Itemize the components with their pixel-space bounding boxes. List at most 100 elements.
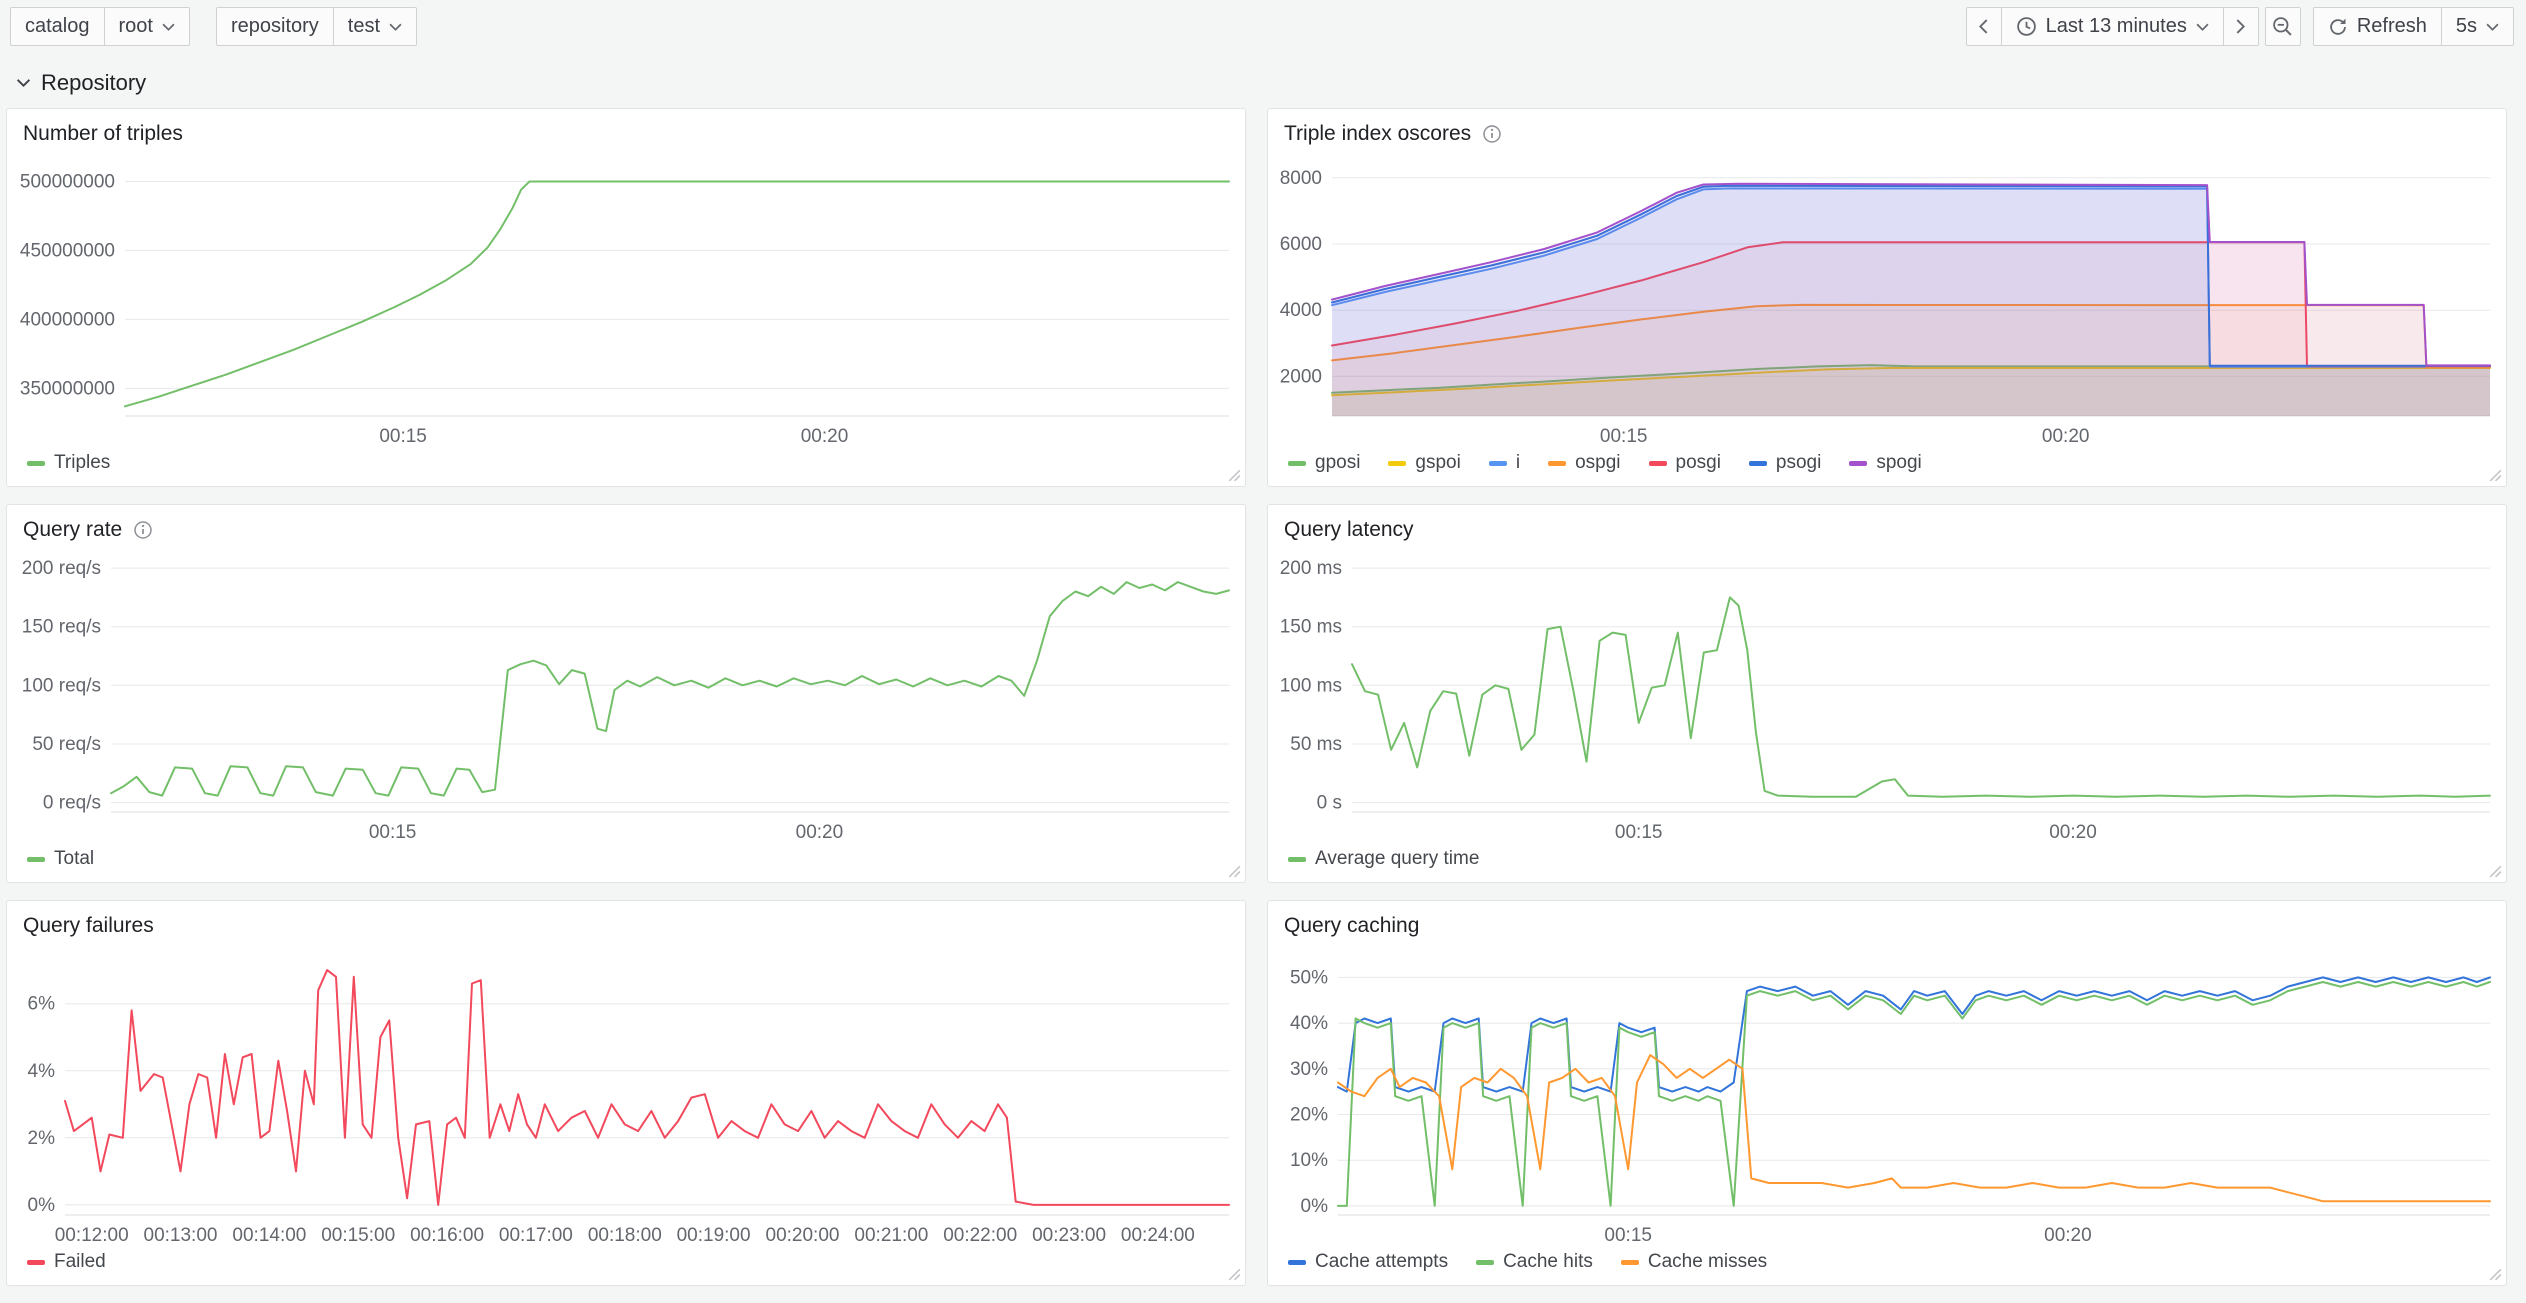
legend-item[interactable]: psogi [1749, 452, 1821, 474]
panel-title: Query failures [23, 914, 154, 938]
variable-catalog-value: root [119, 15, 153, 38]
panel-title: Triple index oscores [1284, 122, 1471, 146]
svg-text:100 req/s: 100 req/s [22, 675, 101, 696]
svg-text:2%: 2% [28, 1128, 56, 1149]
legend: Triples [7, 450, 1245, 486]
resize-handle-icon[interactable] [2486, 466, 2503, 483]
legend-marker [1649, 461, 1667, 466]
svg-text:200 ms: 200 ms [1280, 558, 1342, 579]
row-repository-toggle[interactable]: Repository [16, 70, 2526, 96]
legend-item[interactable]: Cache misses [1621, 1251, 1767, 1273]
svg-text:4000: 4000 [1280, 300, 1322, 321]
chart-svg: 0 s50 ms100 ms150 ms200 ms00:1500:20 [1268, 544, 2506, 846]
time-shift-forward-button[interactable] [2223, 7, 2259, 46]
resize-handle-icon[interactable] [1225, 862, 1242, 879]
legend-item[interactable]: posgi [1649, 452, 1721, 474]
refresh-label: Refresh [2357, 15, 2427, 38]
refresh-group: Refresh 5s [2313, 7, 2514, 46]
svg-text:350000000: 350000000 [20, 378, 115, 399]
chart-svg: 0%10%20%30%40%50%00:1500:20 [1268, 940, 2506, 1249]
info-icon[interactable] [133, 520, 153, 540]
chart-query-rate[interactable]: 0 req/s50 req/s100 req/s150 req/s200 req… [7, 544, 1245, 846]
legend-label: Cache hits [1503, 1251, 1593, 1273]
refresh-button[interactable]: Refresh [2313, 7, 2442, 46]
svg-text:20%: 20% [1290, 1105, 1328, 1126]
legend-marker [1288, 1260, 1306, 1265]
chevron-right-icon [2236, 19, 2245, 34]
svg-text:10%: 10% [1290, 1150, 1328, 1171]
chart-number-of-triples[interactable]: 35000000040000000045000000050000000000:1… [7, 148, 1245, 450]
variable-catalog-label: catalog [10, 7, 105, 46]
svg-text:00:20: 00:20 [2044, 1225, 2092, 1246]
legend-item[interactable]: Average query time [1288, 848, 1479, 870]
legend-item[interactable]: ospgi [1548, 452, 1620, 474]
svg-text:150 ms: 150 ms [1280, 617, 1342, 638]
panel-header[interactable]: Query latency [1268, 505, 2506, 544]
svg-text:0%: 0% [28, 1195, 56, 1216]
chevron-down-icon [2196, 23, 2209, 31]
svg-text:30%: 30% [1290, 1059, 1328, 1080]
legend: Average query time [1268, 846, 2506, 882]
legend-item[interactable]: Failed [27, 1251, 106, 1273]
panel-header[interactable]: Query caching [1268, 901, 2506, 940]
legend-item[interactable]: gspoi [1388, 452, 1460, 474]
time-range-group: Last 13 minutes [1966, 7, 2259, 46]
panel-title: Query rate [23, 518, 122, 542]
chart-query-caching[interactable]: 0%10%20%30%40%50%00:1500:20 [1268, 940, 2506, 1249]
time-range-picker-button[interactable]: Last 13 minutes [2001, 7, 2224, 46]
panel-title: Query latency [1284, 518, 1414, 542]
dashboard-grid: Number of triples 3500000004000000004500… [0, 108, 2526, 1290]
chart-query-latency[interactable]: 0 s50 ms100 ms150 ms200 ms00:1500:20 [1268, 544, 2506, 846]
svg-text:00:14:00: 00:14:00 [232, 1225, 306, 1246]
legend-marker [1621, 1260, 1639, 1265]
svg-text:40%: 40% [1290, 1013, 1328, 1034]
legend-item[interactable]: gposi [1288, 452, 1360, 474]
legend-label: gposi [1315, 452, 1360, 474]
svg-text:00:19:00: 00:19:00 [677, 1225, 751, 1246]
legend-item[interactable]: spogi [1849, 452, 1921, 474]
legend-label: gspoi [1415, 452, 1460, 474]
chevron-left-icon [1979, 19, 1988, 34]
resize-handle-icon[interactable] [1225, 466, 1242, 483]
zoom-out-button[interactable] [2265, 7, 2301, 46]
panel-header[interactable]: Number of triples [7, 109, 1245, 148]
legend-label: posgi [1676, 452, 1721, 474]
resize-handle-icon[interactable] [2486, 862, 2503, 879]
info-icon[interactable] [1482, 124, 1502, 144]
panel-header[interactable]: Triple index oscores [1268, 109, 2506, 148]
refresh-icon [2328, 17, 2348, 37]
variable-repository: repository test [216, 7, 417, 46]
legend-item[interactable]: i [1489, 452, 1520, 474]
panel-query-latency: Query latency 0 s50 ms100 ms150 ms200 ms… [1267, 504, 2507, 883]
legend-item[interactable]: Triples [27, 452, 110, 474]
resize-handle-icon[interactable] [1225, 1265, 1242, 1282]
chart-svg: 35000000040000000045000000050000000000:1… [7, 148, 1245, 450]
panel-header[interactable]: Query failures [7, 901, 1245, 940]
legend-label: psogi [1776, 452, 1821, 474]
legend-label: Failed [54, 1251, 106, 1273]
svg-text:00:15: 00:15 [1604, 1225, 1652, 1246]
svg-text:00:17:00: 00:17:00 [499, 1225, 573, 1246]
legend-marker [27, 857, 45, 862]
legend-label: spogi [1876, 452, 1921, 474]
legend-item[interactable]: Total [27, 848, 94, 870]
legend-marker [1288, 857, 1306, 862]
resize-handle-icon[interactable] [2486, 1265, 2503, 1282]
legend-item[interactable]: Cache hits [1476, 1251, 1593, 1273]
panel-triple-index-oscores: Triple index oscores 200040006000800000:… [1267, 108, 2507, 487]
legend-marker [27, 1260, 45, 1265]
svg-text:00:20: 00:20 [796, 822, 844, 843]
variable-repository-dropdown[interactable]: test [333, 7, 417, 46]
svg-text:00:22:00: 00:22:00 [943, 1225, 1017, 1246]
refresh-interval-value: 5s [2456, 15, 2477, 38]
chart-svg: 0%2%4%6%00:12:0000:13:0000:14:0000:15:00… [7, 940, 1245, 1249]
legend: gposi gspoi i ospgi posgi psogi spogi [1268, 450, 2506, 486]
panel-header[interactable]: Query rate [7, 505, 1245, 544]
chart-query-failures[interactable]: 0%2%4%6%00:12:0000:13:0000:14:0000:15:00… [7, 940, 1245, 1249]
time-shift-back-button[interactable] [1966, 7, 2002, 46]
refresh-interval-dropdown[interactable]: 5s [2441, 7, 2514, 46]
legend-item[interactable]: Cache attempts [1288, 1251, 1448, 1273]
variable-catalog-dropdown[interactable]: root [104, 7, 190, 46]
chart-triple-index-oscores[interactable]: 200040006000800000:1500:20 [1268, 148, 2506, 450]
svg-text:4%: 4% [28, 1061, 56, 1082]
